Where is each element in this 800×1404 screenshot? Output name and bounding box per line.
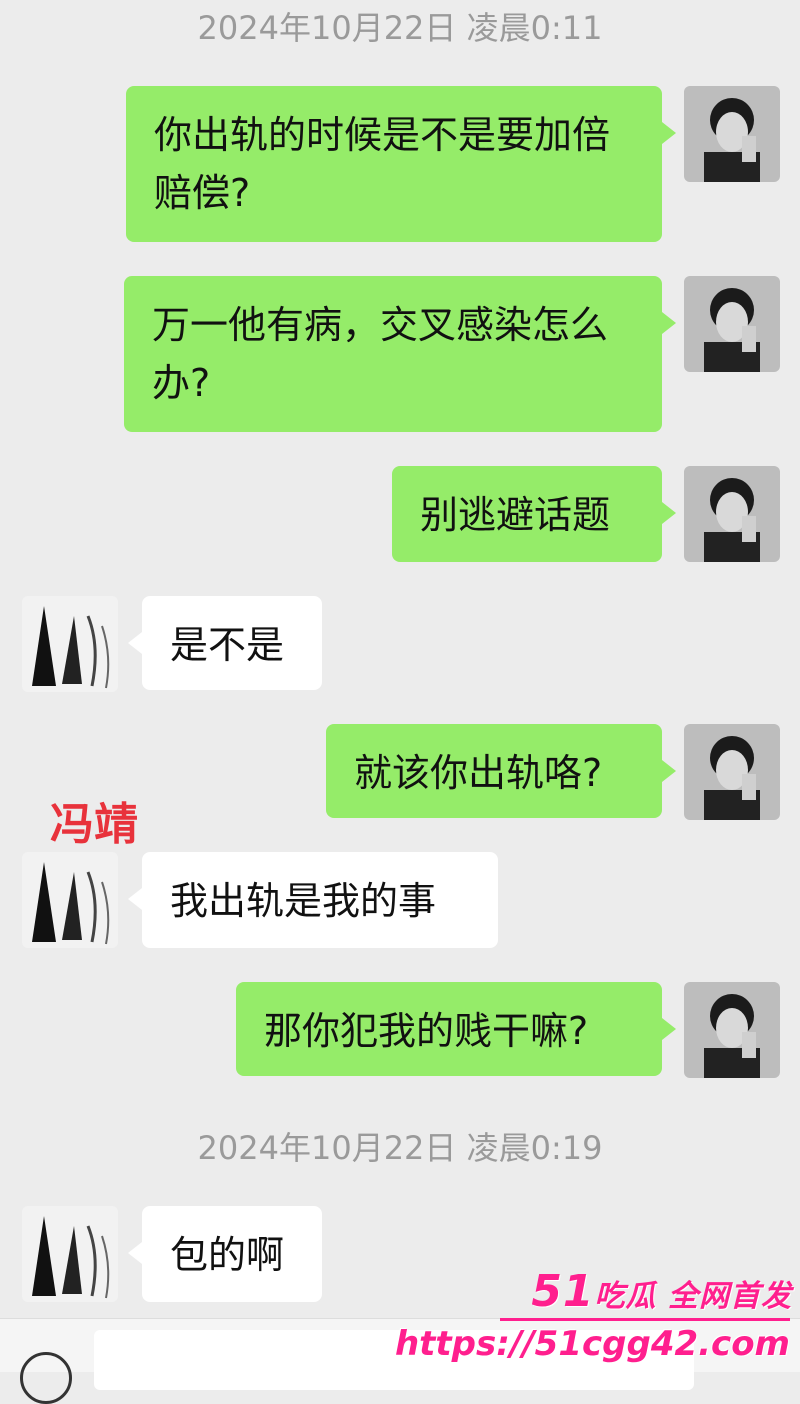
message-bubble-sent[interactable]: 别逃避话题	[392, 466, 676, 562]
message-bubble-received[interactable]: 是不是	[128, 596, 322, 690]
avatar-self[interactable]	[684, 276, 780, 372]
name-label: 冯靖	[50, 799, 138, 850]
watermark-logo-text: 吃瓜 全网首发	[594, 1279, 792, 1314]
avatar-self[interactable]	[684, 982, 780, 1078]
message-bubble-received[interactable]: 我出轨是我的事	[128, 852, 498, 948]
timestamp: 2024年10月22日 凌晨0:19	[197, 1129, 603, 1167]
watermark-url: https://51cgg42.com	[394, 1324, 790, 1364]
portrait-icon	[684, 86, 780, 182]
watermark-divider	[500, 1318, 790, 1321]
timestamp: 2024年10月22日 凌晨0:11	[197, 9, 603, 47]
sketch-icon	[22, 1206, 118, 1302]
message-bubble-sent[interactable]: 你出轨的时候是不是要加倍赔偿?	[126, 86, 676, 242]
portrait-icon	[684, 982, 780, 1078]
avatar-self[interactable]	[684, 86, 780, 182]
portrait-icon	[684, 466, 780, 562]
message-bubble-sent[interactable]: 就该你出轨咯?	[326, 724, 676, 818]
portrait-icon	[684, 724, 780, 820]
sketch-icon	[22, 596, 118, 692]
voice-icon[interactable]	[20, 1352, 72, 1404]
watermark-logo: 51吃瓜 全网首发	[531, 1270, 792, 1317]
portrait-icon	[684, 276, 780, 372]
avatar-contact[interactable]	[22, 1206, 118, 1302]
sketch-icon	[22, 852, 118, 948]
message-bubble-received[interactable]: 包的啊	[128, 1206, 322, 1302]
avatar-self[interactable]	[684, 466, 780, 562]
avatar-contact[interactable]	[22, 852, 118, 948]
message-bubble-sent[interactable]: 那你犯我的贱干嘛?	[236, 982, 676, 1076]
watermark-logo-number: 51	[531, 1266, 595, 1317]
avatar-self[interactable]	[684, 724, 780, 820]
message-bubble-sent[interactable]: 万一他有病，交叉感染怎么办?	[124, 276, 676, 432]
avatar-contact[interactable]	[22, 596, 118, 692]
